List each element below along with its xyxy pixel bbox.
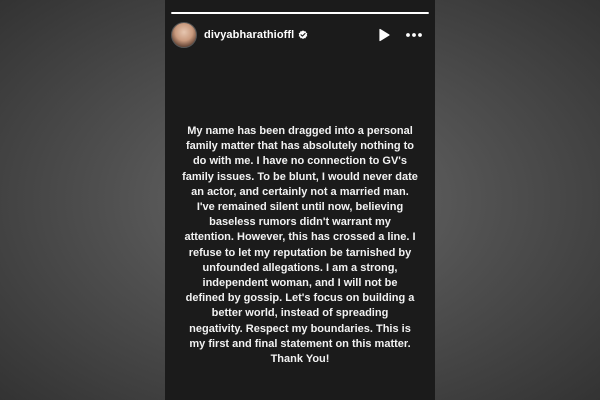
story-viewer: divyabharathioffl My name has been dragg… xyxy=(165,0,435,400)
verified-badge-icon xyxy=(299,30,308,39)
more-options-icon[interactable] xyxy=(405,28,423,42)
play-icon[interactable] xyxy=(377,28,391,42)
username[interactable]: divyabharathioffl xyxy=(204,29,294,41)
story-progress-fill xyxy=(171,12,429,14)
avatar[interactable] xyxy=(171,22,197,48)
story-message: My name has been dragged into a personal… xyxy=(182,125,418,366)
story-header: divyabharathioffl xyxy=(171,22,429,48)
story-progress-bar xyxy=(171,12,429,14)
